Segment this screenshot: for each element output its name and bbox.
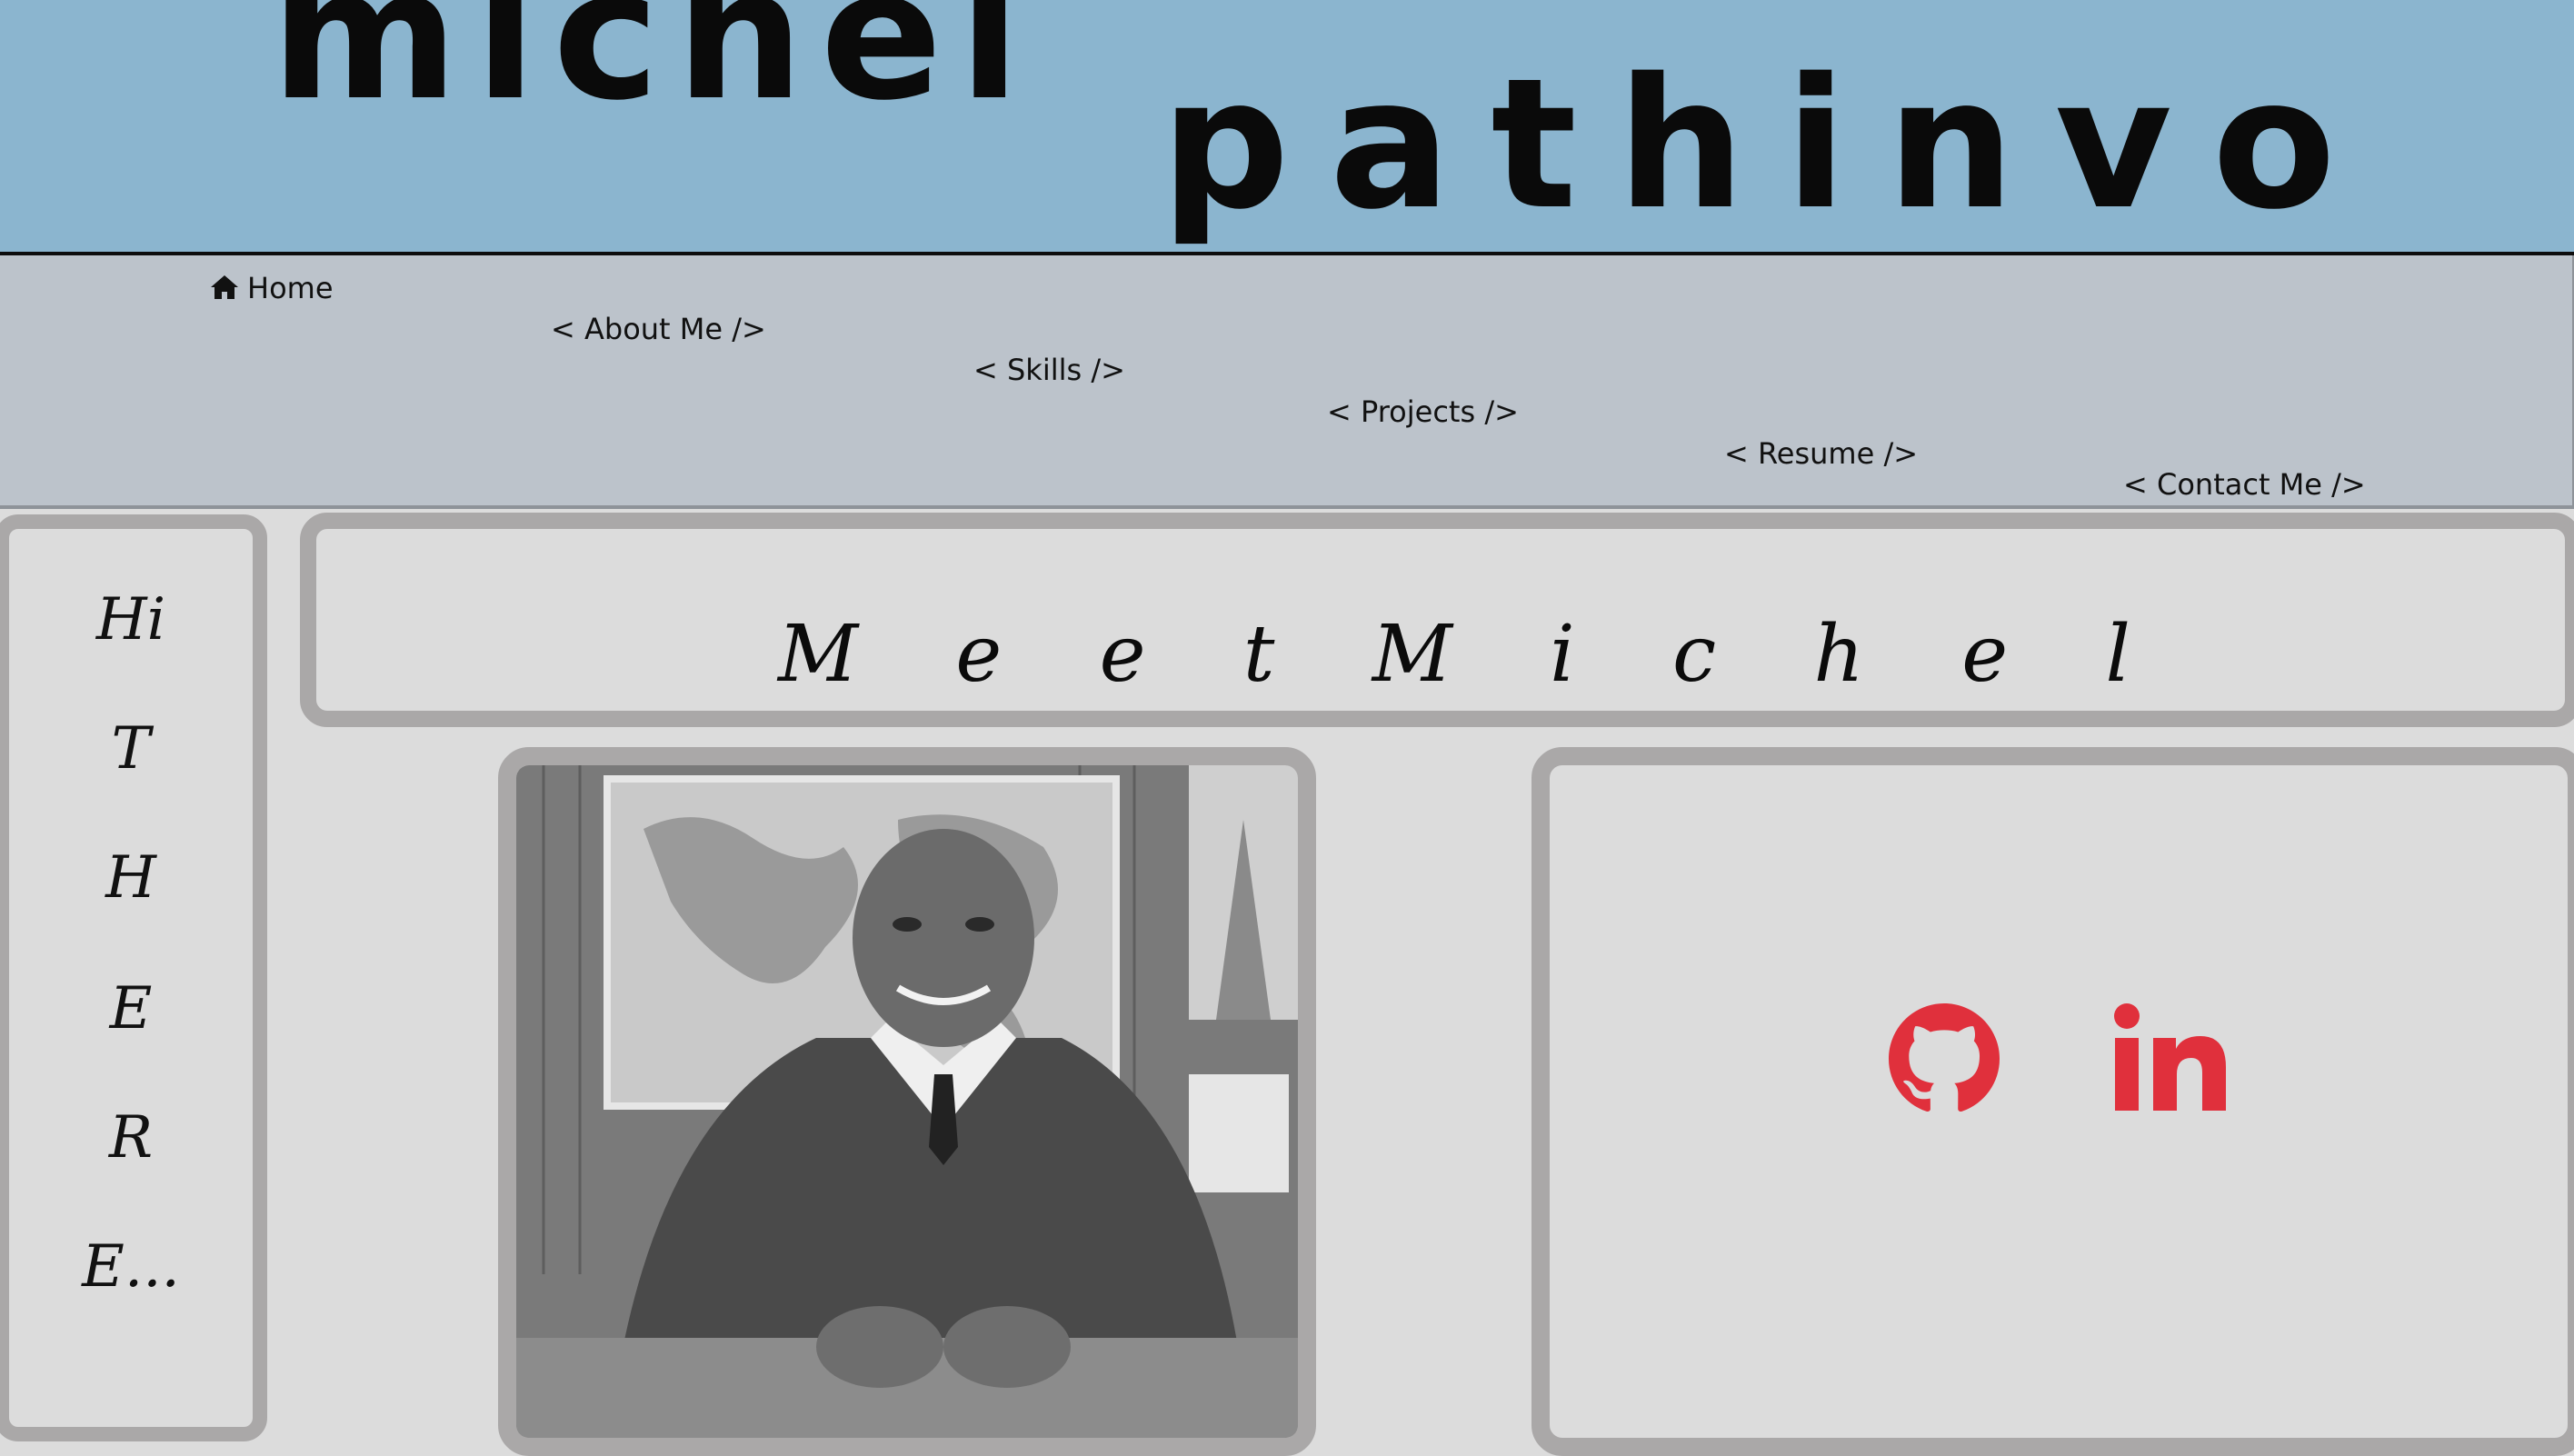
sidebar-letter: Hi bbox=[95, 586, 166, 653]
social-links-panel bbox=[1531, 747, 2574, 1456]
nav-skills-link[interactable]: < Skills /> bbox=[973, 355, 1125, 384]
header-last-name: pathinvo bbox=[1161, 39, 2376, 249]
sidebar-letter: R bbox=[108, 1104, 154, 1172]
sidebar-letter: E... bbox=[82, 1233, 180, 1301]
linkedin-icon[interactable] bbox=[2113, 1002, 2228, 1116]
nav-contact-link[interactable]: < Contact Me /> bbox=[2123, 470, 2366, 499]
nav-home-label: Home bbox=[247, 271, 334, 305]
profile-photo bbox=[498, 747, 1316, 1456]
page-title: M e e t M i c h e l bbox=[778, 609, 2167, 700]
portrait-image bbox=[516, 765, 1298, 1438]
sidebar-letter: T bbox=[111, 715, 151, 783]
meet-michel-banner: M e e t M i c h e l bbox=[300, 513, 2574, 727]
nav-resume-link[interactable]: < Resume /> bbox=[1724, 439, 1918, 468]
nav-about-link[interactable]: < About Me /> bbox=[551, 314, 766, 344]
header-first-name: michel bbox=[271, 0, 1037, 140]
home-icon bbox=[211, 275, 238, 299]
sidebar-letter: E bbox=[109, 975, 153, 1042]
hi-there-sidebar: Hi T H E R E... bbox=[0, 514, 267, 1441]
site-header: michel pathinvo bbox=[0, 0, 2574, 255]
nav-projects-link[interactable]: < Projects /> bbox=[1327, 397, 1519, 426]
nav-home-link[interactable]: Home bbox=[209, 274, 334, 303]
sidebar-letter: H bbox=[105, 844, 156, 912]
github-icon[interactable] bbox=[1889, 1003, 2000, 1114]
main-nav: Home < About Me /> < Skills /> < Project… bbox=[0, 255, 2574, 509]
